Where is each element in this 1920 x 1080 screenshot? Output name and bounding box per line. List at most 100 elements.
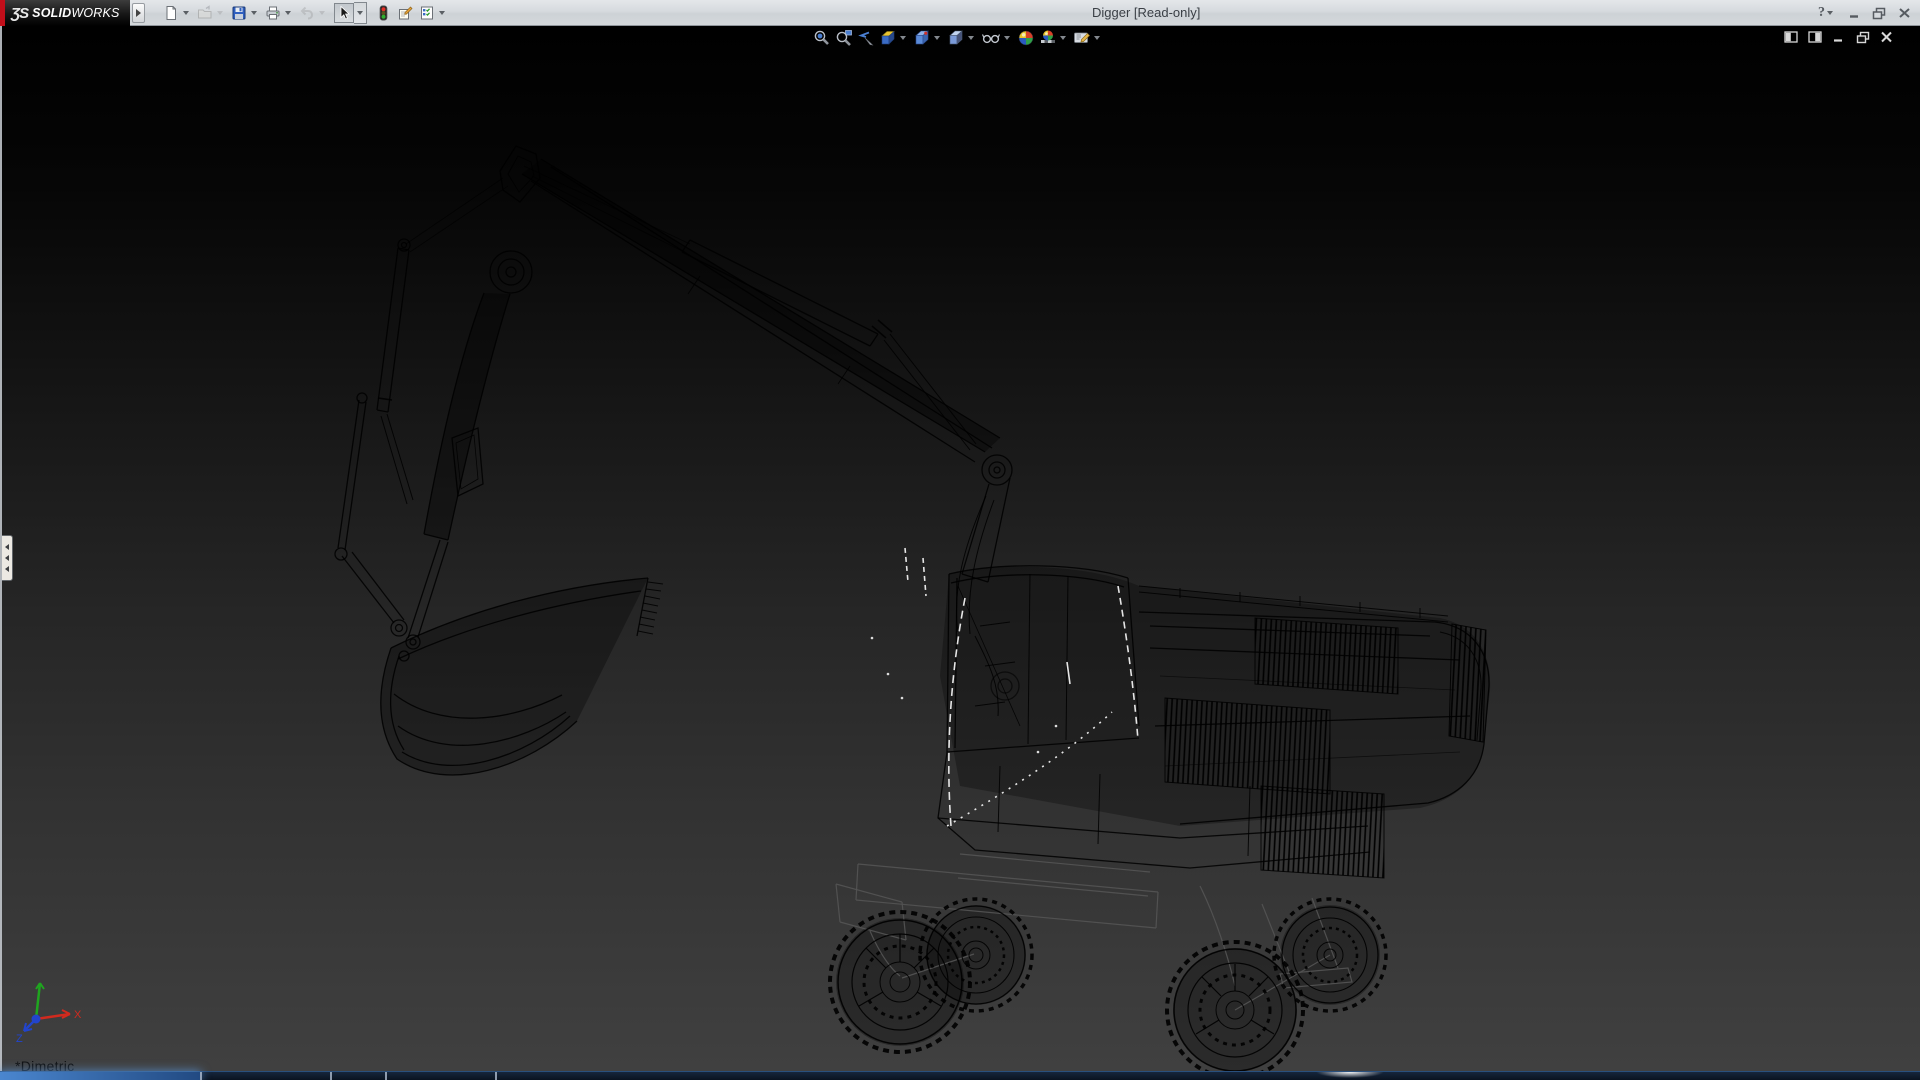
taskbar-separator: [385, 1072, 387, 1080]
save-button[interactable]: [228, 1, 262, 25]
brand-name-bold: SOLID: [32, 6, 71, 20]
document-window-controls: [1783, 30, 1894, 44]
zoom-to-fit-button[interactable]: [812, 29, 832, 47]
logo-glyph-icon: ƷS: [11, 5, 28, 22]
show-left-pane-button[interactable]: [1783, 30, 1798, 44]
heads-up-view-toolbar: [812, 29, 1104, 47]
undo-button[interactable]: [296, 1, 330, 25]
hide-show-dropdown-icon[interactable]: [1004, 36, 1010, 40]
section-view-icon: [879, 29, 897, 47]
display-style-button[interactable]: [946, 29, 978, 47]
view-orientation-icon: [913, 29, 931, 47]
zoom-to-fit-icon: [813, 29, 831, 47]
select-cursor-icon: [336, 5, 352, 21]
close-document-button[interactable]: [1879, 30, 1894, 44]
active-taskbar-button[interactable]: [0, 1072, 200, 1080]
close-icon: [1898, 7, 1911, 19]
traffic-light-icon: [373, 3, 393, 23]
apply-scene-dropdown-icon[interactable]: [1060, 36, 1066, 40]
eyeglasses-icon: [981, 29, 1001, 47]
select-tool-group: [334, 2, 367, 25]
new-document-icon: [161, 3, 181, 23]
taskbar-glow: [1305, 1072, 1395, 1080]
help-icon: ?: [1818, 5, 1825, 21]
taskbar-separator: [330, 1072, 332, 1080]
open-dropdown-icon[interactable]: [217, 11, 223, 15]
file-properties-button[interactable]: [394, 1, 416, 25]
close-document-icon: [1880, 31, 1893, 43]
view-orientation-label: *Dimetric: [15, 1058, 74, 1071]
triad-x-label: X: [74, 1009, 82, 1021]
print-button[interactable]: [262, 1, 296, 25]
restore-document-button[interactable]: [1855, 30, 1870, 44]
taskbar-separator: [495, 1072, 497, 1080]
window-controls: ?: [1818, 0, 1912, 26]
menu-bar-toolbar: [160, 0, 450, 26]
previous-view-icon: [857, 29, 875, 47]
edit-appearance-button[interactable]: [1016, 29, 1036, 47]
view-settings-button[interactable]: [1072, 29, 1104, 47]
help-button[interactable]: ?: [1818, 5, 1837, 21]
undo-arrow-icon: [297, 3, 317, 23]
display-style-icon: [947, 29, 965, 47]
minimize-button[interactable]: [1846, 5, 1862, 21]
minimize-document-button[interactable]: [1831, 30, 1846, 44]
windows-taskbar-sliver[interactable]: [0, 1071, 1920, 1080]
titlebar: ƷS SOLIDWORKS: [0, 0, 1920, 26]
menu-flyout-button[interactable]: [132, 3, 145, 23]
printer-icon: [263, 3, 283, 23]
brand-name-light: WORKS: [71, 6, 119, 20]
solidworks-logo: ƷS SOLIDWORKS: [5, 0, 130, 26]
featuremanager-collapsed-tab[interactable]: [2, 535, 13, 581]
taskbar-separator: [200, 1072, 202, 1080]
reference-triad[interactable]: X Z: [14, 969, 92, 1045]
new-document-dropdown-icon[interactable]: [183, 11, 189, 15]
display-style-dropdown-icon[interactable]: [968, 36, 974, 40]
undo-dropdown-icon[interactable]: [319, 11, 325, 15]
apply-scene-icon: [1039, 29, 1057, 47]
view-orientation-dropdown-icon[interactable]: [934, 36, 940, 40]
restore-icon: [1872, 7, 1886, 20]
section-view-button[interactable]: [878, 29, 910, 47]
triad-z-label: Z: [16, 1033, 23, 1045]
show-right-pane-button[interactable]: [1807, 30, 1822, 44]
options-checklist-icon: [417, 3, 437, 23]
digger-wireframe-model[interactable]: [0, 26, 1920, 1071]
zoom-to-area-icon: [835, 29, 853, 47]
flyout-arrow-icon: [136, 9, 141, 17]
select-dropdown-icon: [357, 11, 363, 15]
appearance-sphere-icon: [1017, 29, 1035, 47]
collapse-arrow-icon: [5, 566, 9, 572]
options-button[interactable]: [416, 1, 450, 25]
help-dropdown-icon[interactable]: [1827, 11, 1833, 15]
previous-view-button[interactable]: [856, 29, 876, 47]
graphics-viewport[interactable]: X Z *Dimetric: [0, 26, 1920, 1071]
restore-button[interactable]: [1871, 5, 1887, 21]
close-button[interactable]: [1896, 5, 1912, 21]
open-button[interactable]: [194, 1, 228, 25]
minimize-document-icon: [1832, 31, 1845, 43]
view-orientation-button[interactable]: [912, 29, 944, 47]
save-dropdown-icon[interactable]: [251, 11, 257, 15]
collapse-arrow-icon: [5, 544, 9, 550]
document-title: Digger [Read-only]: [1092, 0, 1200, 26]
pane-left-icon: [1784, 31, 1798, 43]
restore-document-icon: [1856, 31, 1870, 44]
print-dropdown-icon[interactable]: [285, 11, 291, 15]
select-dropdown-button[interactable]: [354, 2, 367, 24]
options-dropdown-icon[interactable]: [439, 11, 445, 15]
section-view-dropdown-icon[interactable]: [900, 36, 906, 40]
new-document-button[interactable]: [160, 1, 194, 25]
minimize-icon: [1848, 7, 1861, 19]
hide-show-items-button[interactable]: [980, 29, 1014, 47]
apply-scene-button[interactable]: [1038, 29, 1070, 47]
solidworks-window: ƷS SOLIDWORKS: [0, 0, 1920, 1080]
zoom-to-area-button[interactable]: [834, 29, 854, 47]
open-folder-icon: [195, 3, 215, 23]
note-pencil-icon: [395, 3, 415, 23]
view-settings-dropdown-icon[interactable]: [1094, 36, 1100, 40]
select-button[interactable]: [334, 3, 354, 23]
save-floppy-icon: [229, 3, 249, 23]
collapse-arrow-icon: [5, 555, 9, 561]
rebuild-button[interactable]: [372, 1, 394, 25]
